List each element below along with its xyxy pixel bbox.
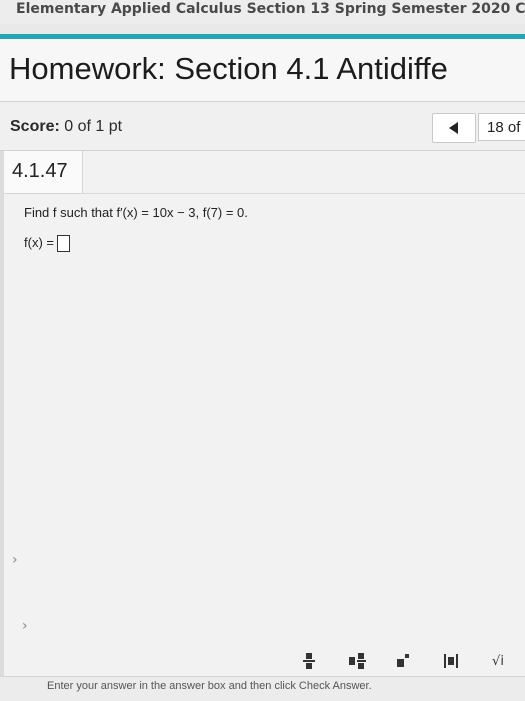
question-number-box: 4.1.47 xyxy=(4,151,83,194)
course-title: Elementary Applied Calculus Section 13 S… xyxy=(16,1,525,17)
fraction-icon[interactable] xyxy=(296,650,322,672)
question-prompt: Find f such that f′(x) = 10x − 3, f(7) =… xyxy=(24,205,248,220)
absolute-value-icon[interactable] xyxy=(438,650,464,672)
homework-title: Homework: Section 4.1 Antidiffe xyxy=(9,51,448,86)
answer-label: f(x) = xyxy=(24,235,54,250)
footer-instruction: Enter your answer in the answer box and … xyxy=(47,680,372,692)
previous-question-button[interactable] xyxy=(432,113,476,143)
score-display: Score: 0 of 1 pt xyxy=(10,118,122,136)
question-panel xyxy=(0,151,525,700)
chevron-right-icon[interactable]: › xyxy=(22,618,28,634)
homework-header: Homework: Section 4.1 Antidiffe xyxy=(0,39,525,102)
mixed-number-icon[interactable] xyxy=(345,650,371,672)
answer-row: f(x) = xyxy=(24,235,70,253)
left-arrow-icon xyxy=(449,122,458,134)
left-margin xyxy=(0,151,4,700)
exponent-icon[interactable] xyxy=(390,650,416,672)
chevron-right-icon[interactable]: › xyxy=(12,552,18,568)
answer-input[interactable] xyxy=(56,235,70,253)
square-root-icon[interactable]: √i xyxy=(485,650,511,672)
footer: Enter your answer in the answer box and … xyxy=(0,676,525,701)
course-header: Elementary Applied Calculus Section 13 S… xyxy=(0,0,525,24)
score-label: Score: xyxy=(10,118,60,135)
math-toolbar: √i xyxy=(60,650,525,674)
question-counter[interactable]: 18 of xyxy=(478,113,525,141)
divider xyxy=(82,193,525,194)
score-value: 0 of 1 pt xyxy=(64,118,123,135)
question-number: 4.1.47 xyxy=(12,160,68,182)
score-bar: Score: 0 of 1 pt 18 of xyxy=(0,102,525,151)
square-root-glyph: √i xyxy=(492,653,504,669)
